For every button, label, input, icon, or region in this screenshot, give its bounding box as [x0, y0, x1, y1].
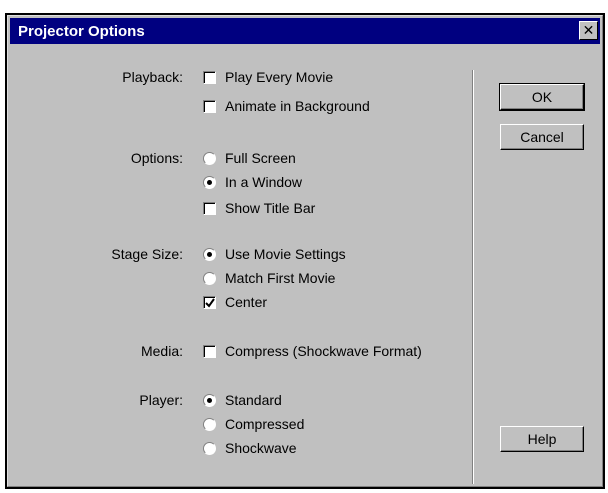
dialog-body: Projector Options ✕ Playback: Play Every… — [7, 15, 603, 487]
radio-label: In a Window — [225, 174, 303, 190]
radio-circle — [203, 417, 216, 431]
close-icon: ✕ — [582, 22, 595, 38]
center-checkbox[interactable]: Center — [203, 294, 267, 310]
help-button[interactable]: Help — [500, 426, 584, 452]
radio-circle — [203, 271, 216, 285]
radio-selected-dot — [207, 251, 212, 257]
compress-shockwave-checkbox[interactable]: Compress (Shockwave Format) — [203, 343, 422, 359]
animate-in-background-checkbox[interactable]: Animate in Background — [203, 98, 370, 114]
use-movie-settings-radio[interactable]: Use Movie Settings — [203, 246, 346, 262]
checkbox-box — [203, 99, 216, 113]
checkbox-box — [203, 344, 216, 358]
radio-label: Standard — [225, 392, 282, 408]
options-label: Options: — [130, 150, 183, 166]
radio-circle — [203, 247, 216, 261]
checkbox-label: Show Title Bar — [225, 200, 316, 216]
checkbox-label: Play Every Movie — [225, 69, 334, 85]
checkbox-label: Animate in Background — [225, 98, 370, 114]
compressed-radio[interactable]: Compressed — [203, 416, 304, 432]
standard-radio[interactable]: Standard — [203, 392, 282, 408]
projector-options-dialog: Projector Options ✕ Playback: Play Every… — [5, 13, 605, 489]
full-screen-radio[interactable]: Full Screen — [203, 150, 296, 166]
radio-label: Use Movie Settings — [225, 246, 346, 262]
dialog-title: Projector Options — [18, 23, 145, 40]
checkbox-label: Compress (Shockwave Format) — [225, 343, 422, 359]
title-bar: Projector Options ✕ — [10, 18, 600, 44]
stage-size-label: Stage Size: — [111, 246, 183, 262]
media-label: Media: — [140, 343, 183, 359]
radio-circle — [203, 175, 216, 189]
radio-label: Full Screen — [225, 150, 296, 166]
show-title-bar-checkbox[interactable]: Show Title Bar — [203, 200, 315, 216]
player-label: Player: — [139, 392, 183, 408]
radio-circle — [203, 441, 216, 455]
play-every-movie-checkbox[interactable]: Play Every Movie — [203, 69, 333, 85]
cancel-button[interactable]: Cancel — [500, 124, 584, 150]
checkbox-box — [203, 295, 216, 309]
radio-label: Match First Movie — [225, 270, 336, 286]
radio-selected-dot — [207, 179, 212, 185]
ok-button[interactable]: OK — [499, 83, 585, 111]
radio-circle — [203, 393, 216, 407]
match-first-movie-radio[interactable]: Match First Movie — [203, 270, 335, 286]
checkbox-box — [203, 70, 216, 84]
playback-label: Playback: — [122, 69, 183, 85]
radio-label: Compressed — [225, 416, 305, 432]
in-a-window-radio[interactable]: In a Window — [203, 174, 302, 190]
checkbox-label: Center — [225, 294, 268, 310]
vertical-separator — [472, 70, 474, 484]
shockwave-radio[interactable]: Shockwave — [203, 440, 297, 456]
radio-selected-dot — [207, 397, 212, 403]
radio-circle — [203, 151, 216, 165]
radio-label: Shockwave — [225, 440, 297, 456]
close-button[interactable]: ✕ — [579, 21, 598, 40]
checkbox-box — [203, 201, 216, 215]
checkmark-icon — [205, 297, 215, 308]
